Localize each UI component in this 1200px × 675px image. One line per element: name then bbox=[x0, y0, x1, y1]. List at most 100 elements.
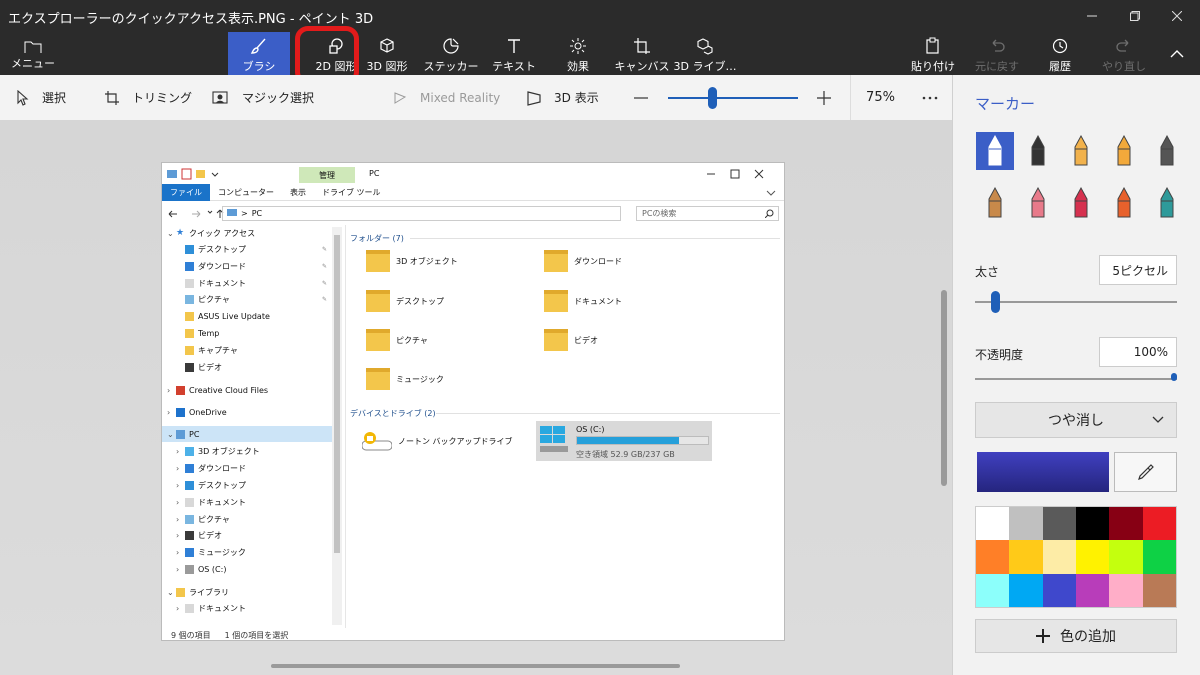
tool-effects[interactable]: 効果 bbox=[556, 32, 600, 75]
zoom-out-button[interactable] bbox=[633, 75, 649, 120]
view-3d-button[interactable]: 3D 表示 bbox=[526, 75, 599, 120]
tool-canvas[interactable]: キャンバス bbox=[614, 32, 670, 75]
zoom-in-button[interactable] bbox=[816, 75, 832, 120]
palette-color-swatch[interactable] bbox=[976, 573, 1010, 607]
stickers-icon bbox=[443, 38, 459, 54]
crop-button[interactable]: トリミング bbox=[104, 75, 192, 120]
eyedropper-button[interactable] bbox=[1114, 452, 1177, 492]
zoom-level[interactable]: 75% bbox=[850, 75, 910, 120]
crop-icon bbox=[105, 90, 119, 105]
thickness-slider-track[interactable] bbox=[975, 301, 1177, 303]
explorer-nav-item: › ドキュメント bbox=[162, 494, 332, 510]
menu-button[interactable]: メニュー bbox=[10, 37, 56, 71]
redo-button[interactable]: やり直し bbox=[1100, 32, 1148, 75]
paste-label: 貼り付け bbox=[911, 60, 955, 73]
explorer-folder-item: デスクトップ bbox=[366, 290, 444, 312]
undo-button[interactable]: 元に戻す bbox=[972, 32, 1022, 75]
palette-color-swatch[interactable] bbox=[1075, 573, 1110, 607]
tool-3d-library[interactable]: 3D ライブ… bbox=[674, 32, 736, 75]
brush-option[interactable] bbox=[1062, 184, 1100, 222]
thickness-slider-thumb[interactable] bbox=[991, 291, 1001, 313]
brush-option[interactable] bbox=[1105, 132, 1143, 170]
history-button[interactable]: 履歴 bbox=[1040, 32, 1080, 75]
palette-color-swatch[interactable] bbox=[1009, 540, 1043, 574]
explorer-nav-item: ピクチャ ✎ bbox=[162, 291, 332, 307]
add-color-button[interactable]: 色の追加 bbox=[975, 619, 1177, 653]
palette-color-swatch[interactable] bbox=[1042, 540, 1076, 574]
brush-option[interactable] bbox=[976, 184, 1014, 222]
close-button[interactable] bbox=[1160, 4, 1194, 28]
canvas-icon bbox=[634, 38, 650, 54]
explorer-nav-item: デスクトップ ✎ bbox=[162, 241, 332, 257]
current-color-swatch[interactable] bbox=[977, 452, 1109, 492]
explorer-nav-label: ドキュメント bbox=[198, 497, 246, 507]
zoom-slider-track[interactable] bbox=[668, 97, 798, 99]
palette-color-swatch[interactable] bbox=[1109, 540, 1143, 574]
palette-color-swatch[interactable] bbox=[1042, 507, 1076, 541]
canvas-horizontal-scrollbar[interactable] bbox=[271, 664, 680, 668]
explorer-window-controls bbox=[707, 169, 764, 179]
brush-option[interactable] bbox=[1019, 132, 1057, 170]
pin-icon: ✎ bbox=[322, 262, 328, 270]
palette-color-swatch[interactable] bbox=[1109, 507, 1143, 541]
brush-option[interactable] bbox=[976, 132, 1014, 170]
brush-option[interactable] bbox=[1148, 132, 1186, 170]
folder-icon bbox=[24, 41, 42, 53]
paste-icon bbox=[926, 37, 939, 54]
tool-stickers[interactable]: ステッカー bbox=[424, 32, 479, 75]
explorer-nav-label: ドキュメント bbox=[198, 278, 246, 288]
tool-3d-shapes[interactable]: 3D 図形 bbox=[364, 32, 410, 75]
select-button[interactable]: 選択 bbox=[16, 75, 66, 120]
brush-option[interactable] bbox=[1105, 184, 1143, 222]
collapse-toolbar-button[interactable] bbox=[1162, 32, 1192, 75]
tool-text[interactable]: テキスト bbox=[491, 32, 537, 75]
brush-option[interactable] bbox=[1148, 184, 1186, 222]
select-label: 選択 bbox=[42, 91, 67, 105]
palette-color-swatch[interactable] bbox=[976, 540, 1010, 574]
palette-color-swatch[interactable] bbox=[1142, 573, 1176, 607]
palette-color-swatch[interactable] bbox=[1075, 507, 1110, 541]
explorer-nav-item: ⌄ ★ クイック アクセス bbox=[162, 225, 332, 241]
opacity-slider-track[interactable] bbox=[975, 378, 1177, 380]
maximize-button[interactable] bbox=[1118, 4, 1152, 28]
explorer-nav-item: › 3D オブジェクト bbox=[162, 443, 332, 459]
palette-color-swatch[interactable] bbox=[1042, 573, 1076, 607]
palette-color-swatch[interactable] bbox=[1075, 540, 1110, 574]
tool-3d-shapes-label: 3D 図形 bbox=[366, 60, 408, 73]
brush-option[interactable] bbox=[1019, 184, 1057, 222]
expand-chevron-icon: ⌄ bbox=[167, 587, 174, 597]
palette-color-swatch[interactable] bbox=[1142, 540, 1176, 574]
explorer-os-drive: OS (C:) 空き領域 52.9 GB/237 GB bbox=[536, 421, 712, 461]
palette-color-swatch[interactable] bbox=[976, 507, 1010, 541]
palette-color-swatch[interactable] bbox=[1009, 507, 1043, 541]
explorer-window-title: PC bbox=[369, 169, 380, 178]
marker-icon bbox=[988, 135, 1002, 166]
document-icon bbox=[185, 278, 194, 288]
zoom-slider-thumb[interactable] bbox=[708, 87, 718, 109]
download-icon bbox=[185, 463, 194, 473]
thickness-input[interactable]: 5ピクセル bbox=[1099, 255, 1177, 285]
opacity-slider-thumb[interactable] bbox=[1171, 373, 1177, 381]
folder-icon bbox=[366, 290, 390, 312]
finish-dropdown[interactable]: つや消し bbox=[975, 402, 1177, 438]
minimize-button[interactable] bbox=[1075, 4, 1109, 28]
expand-chevron-icon: › bbox=[176, 497, 180, 507]
brush-option[interactable] bbox=[1062, 132, 1100, 170]
drive-icon bbox=[185, 564, 194, 574]
tool-brush[interactable]: ブラシ bbox=[228, 32, 290, 75]
palette-color-swatch[interactable] bbox=[1009, 573, 1043, 607]
mixed-reality-button[interactable]: Mixed Reality bbox=[392, 75, 500, 120]
search-icon bbox=[765, 209, 774, 218]
palette-color-swatch[interactable] bbox=[1142, 507, 1176, 541]
explorer-nav-label: ライブラリ bbox=[189, 587, 229, 597]
palette-color-swatch[interactable] bbox=[1109, 573, 1143, 607]
more-options-button[interactable] bbox=[922, 75, 938, 120]
explorer-tab-drive-tools: ドライブ ツール bbox=[322, 187, 381, 197]
canvas-vertical-scrollbar[interactable] bbox=[941, 290, 947, 486]
spray-can-icon bbox=[1117, 187, 1131, 218]
panel-title: マーカー bbox=[975, 95, 1036, 113]
magic-select-button[interactable]: マジック選択 bbox=[212, 75, 314, 120]
menu-label: メニュー bbox=[11, 57, 55, 70]
opacity-input[interactable]: 100% bbox=[1099, 337, 1177, 367]
paste-button[interactable]: 貼り付け bbox=[910, 32, 956, 75]
